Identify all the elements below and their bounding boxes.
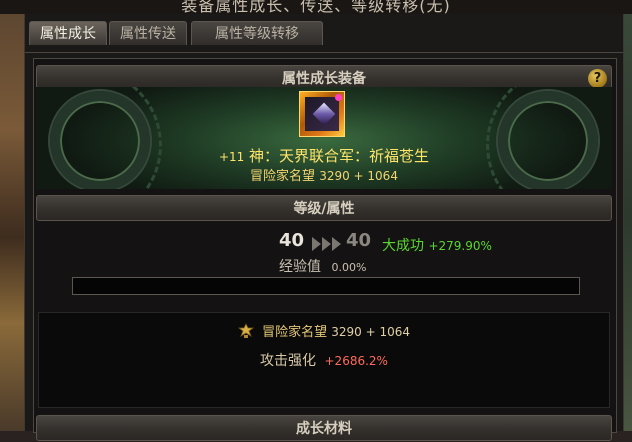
fame-emblem-icon [237, 323, 254, 338]
growth-result: 大成功 +279.90% [382, 235, 492, 255]
exp-value: 0.00% [331, 261, 367, 274]
tab-bar: 属性成长 属性传送 属性等级转移 [25, 21, 623, 53]
growth-result-value: +279.90% [428, 239, 492, 253]
item-name-line: +11 神：天界联合军：祈福苍生 [36, 145, 612, 166]
gem-icon [312, 102, 336, 126]
equip-display-area: +11 神：天界联合军：祈福苍生 冒险家名望 3290 + 1064 [36, 87, 612, 189]
exp-label: 经验值 [279, 259, 321, 275]
fame-stat-value: 3290 + 1064 [331, 325, 411, 339]
tab-attribute-level-transfer[interactable]: 属性等级转移 [191, 21, 323, 45]
equipment-growth-window: 属性成长 属性传送 属性等级转移 属性成长装备 ? +11 神：天界联合军：祈福… [24, 14, 624, 441]
help-icon[interactable]: ? [588, 69, 607, 88]
stats-box: 冒险家名望 3290 + 1064 攻击强化 +2686.2% [38, 312, 610, 408]
fame-stat-label: 冒险家名望 [262, 325, 328, 340]
growth-result-label: 大成功 [382, 238, 424, 254]
next-level: 40 [346, 230, 372, 251]
exp-progress-bar [72, 277, 580, 295]
equipment-item-slot[interactable] [299, 91, 345, 137]
item-name: 神：天界联合军：祈福苍生 [249, 147, 430, 165]
level-arrow-icon [312, 235, 342, 256]
tab-attribute-growth[interactable]: 属性成长 [29, 21, 107, 45]
exp-row: 经验值 0.00% [279, 256, 366, 276]
item-icon [305, 97, 339, 131]
equip-section-title: 属性成长装备 [282, 71, 366, 87]
level-section-header: 等级/属性 [36, 195, 612, 221]
tab-attribute-transfer[interactable]: 属性传送 [109, 21, 187, 45]
level-section-title: 等级/属性 [293, 201, 355, 217]
level-row: 40 40 大成功 +279.90% [34, 230, 616, 255]
window-title: 装备属性成长、传送、等级转移(无) [181, 0, 451, 14]
item-fame-label: 冒险家名望 [250, 169, 316, 184]
tab-divider [25, 52, 623, 53]
attack-stat-line: 攻击强化 +2686.2% [39, 350, 609, 370]
item-marker-dot [335, 94, 342, 101]
item-upgrade-level: +11 [218, 150, 245, 164]
attack-stat-label: 攻击强化 [260, 353, 317, 369]
fame-stat-line: 冒险家名望 3290 + 1064 [39, 321, 609, 340]
growth-panel: 属性成长装备 ? +11 神：天界联合军：祈福苍生 冒险家名望 3290 + 1… [33, 58, 617, 441]
material-section-header: 成长材料 [36, 415, 612, 441]
attack-stat-value: +2686.2% [324, 354, 388, 368]
item-fame-line: 冒险家名望 3290 + 1064 [36, 165, 612, 184]
current-level: 40 [279, 230, 305, 251]
background-left [0, 0, 26, 431]
material-section-title: 成长材料 [296, 421, 352, 437]
item-fame-value: 3290 + 1064 [319, 169, 398, 183]
title-bar[interactable]: 装备属性成长、传送、等级转移(无) [0, 0, 632, 14]
